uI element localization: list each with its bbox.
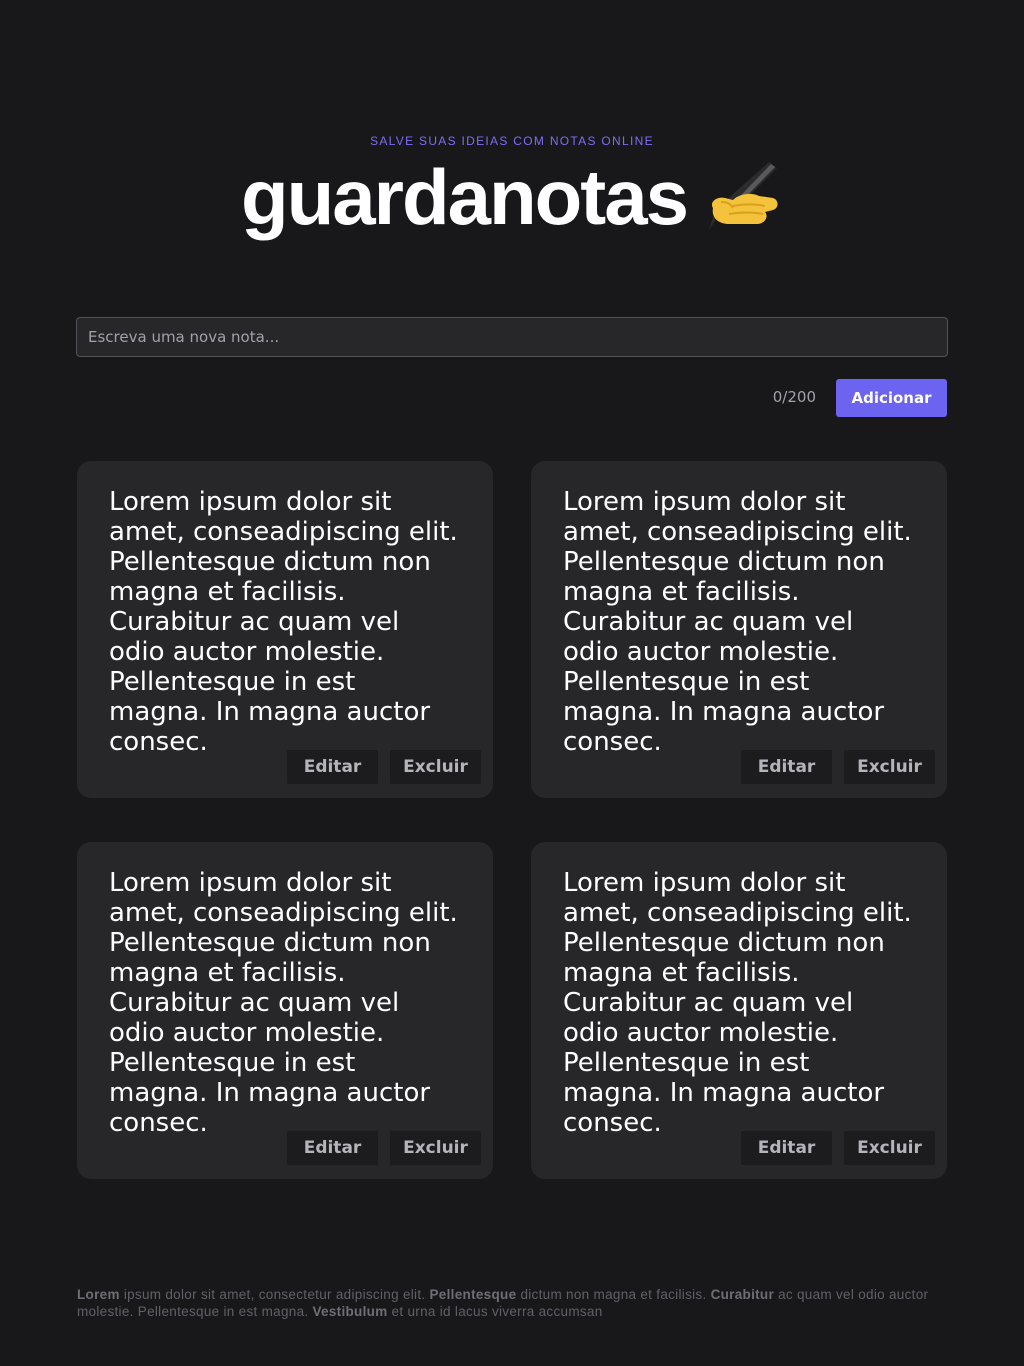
delete-note-button[interactable]: Excluir [844,750,935,784]
note-text: Lorem ipsum dolor sit amet, conseadipisc… [109,868,458,1138]
character-counter: 0/200 [772,388,816,406]
footer-bold-text: Curabitur [710,1287,775,1302]
footer-text: Lorem ipsum dolor sit amet, consectetur … [77,1286,949,1320]
app-title: guardanotas [240,153,689,241]
brand-header: guardanotas [0,152,1024,243]
edit-note-button[interactable]: Editar [287,750,378,784]
note-text: Lorem ipsum dolor sit amet, conseadipisc… [563,487,912,757]
delete-note-button[interactable]: Excluir [390,1131,481,1165]
tagline: SALVE SUAS IDEIAS COM NOTAS ONLINE [370,134,654,148]
writing-hand-icon [699,158,783,238]
note-card: Lorem ipsum dolor sit amet, conseadipisc… [531,842,947,1179]
note-card: Lorem ipsum dolor sit amet, conseadipisc… [531,461,947,798]
footer-bold-text: Pellentesque [429,1287,517,1302]
note-card: Lorem ipsum dolor sit amet, conseadipisc… [77,842,493,1179]
delete-note-button[interactable]: Excluir [390,750,481,784]
footer-text-segment: ipsum dolor sit amet, consectetur adipis… [119,1287,430,1302]
note-text: Lorem ipsum dolor sit amet, conseadipisc… [563,868,912,1138]
new-note-input[interactable] [76,317,948,357]
footer-text-segment: dictum non magna et facilisis. [516,1287,711,1302]
footer-bold-text: Vestibulum [312,1304,388,1319]
note-text: Lorem ipsum dolor sit amet, conseadipisc… [109,487,458,757]
page: SALVE SUAS IDEIAS COM NOTAS ONLINE guard… [0,0,1024,1366]
edit-note-button[interactable]: Editar [287,1131,378,1165]
note-card: Lorem ipsum dolor sit amet, conseadipisc… [77,461,493,798]
footer-bold-text: Lorem [77,1287,120,1302]
edit-note-button[interactable]: Editar [741,1131,832,1165]
delete-note-button[interactable]: Excluir [844,1131,935,1165]
add-note-button[interactable]: Adicionar [836,379,947,417]
edit-note-button[interactable]: Editar [741,750,832,784]
footer-text-segment: et urna id lacus viverra accumsan [387,1304,603,1319]
